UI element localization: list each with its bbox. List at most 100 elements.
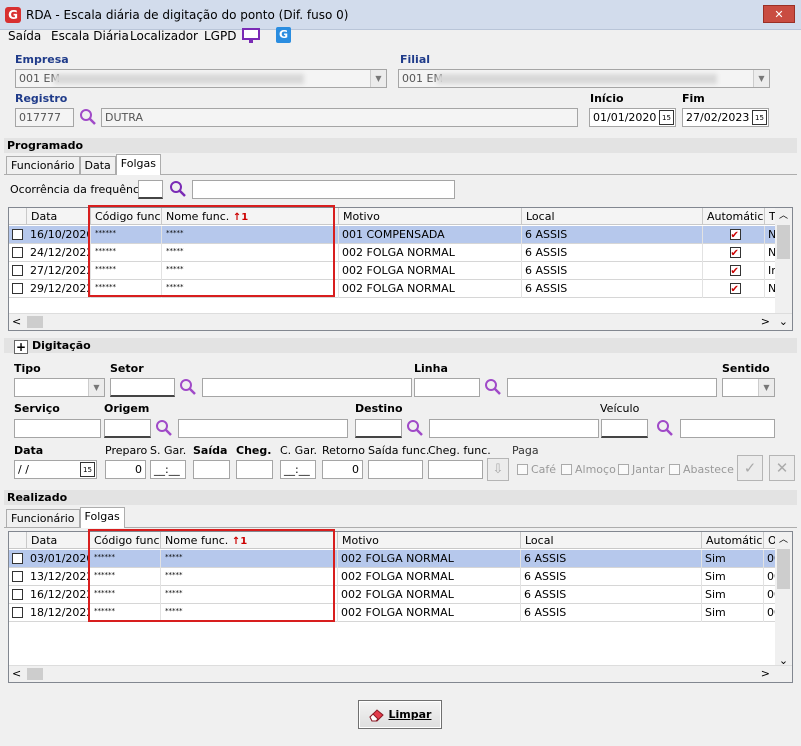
cheg-func-input[interactable] [428,460,483,479]
chevron-right-icon[interactable]: > [761,667,770,680]
tab-folgas[interactable]: Folgas [79,507,125,528]
automatica-checkbox[interactable] [729,227,741,244]
search-icon[interactable] [406,419,424,437]
saida-input[interactable] [193,460,230,479]
retorno-input[interactable]: 0 [322,460,363,479]
filial-combo[interactable]: 001 EM ▼ [398,69,770,88]
search-icon[interactable] [179,378,197,396]
row-checkbox[interactable] [12,229,23,240]
chevron-down-icon[interactable]: ▼ [88,379,104,396]
chevron-down-icon[interactable]: ▼ [758,379,774,396]
col-motivo[interactable]: Motivo [339,208,522,225]
col-motivo[interactable]: Motivo [338,532,521,549]
chevron-down-icon[interactable]: ▼ [753,70,769,87]
scroll-thumb[interactable] [777,549,790,589]
cancel-button[interactable]: ✕ [769,455,795,481]
veiculo-desc-input[interactable] [680,419,775,438]
almoco-checkbox[interactable]: Almoço [561,463,616,476]
scroll-thumb[interactable] [777,225,790,259]
data-input[interactable]: / / 15 [14,460,97,479]
search-icon[interactable] [155,419,173,437]
automatica-checkbox[interactable] [729,281,741,298]
cgar-input[interactable]: __:__ [280,460,316,479]
calendar-icon[interactable]: 15 [659,110,674,125]
destino-desc-input[interactable] [429,419,599,438]
app-g-icon[interactable]: G [276,27,291,43]
linha-input[interactable] [414,378,480,397]
tab-data[interactable]: Data [79,156,116,175]
saida-func-input[interactable] [368,460,423,479]
search-icon[interactable] [79,108,97,126]
veiculo-input[interactable] [601,419,648,438]
sgar-input[interactable]: __:__ [150,460,186,479]
abastece-checkbox[interactable]: Abastece [669,463,734,476]
chevron-right-icon[interactable]: > [761,315,770,328]
arrow-down-button[interactable]: ⇩ [487,458,509,481]
inicio-date[interactable]: 01/01/2020 15 [589,108,676,127]
automatica-checkbox[interactable] [729,263,741,280]
col-automatica[interactable]: Automática [703,208,765,225]
linha-desc-input[interactable] [507,378,717,397]
col-automatica[interactable]: Automática [702,532,764,549]
confirm-button[interactable]: ✓ [737,455,763,481]
preparo-input[interactable]: 0 [105,460,146,479]
monitor-icon[interactable] [242,28,260,44]
ocorrencia-code-input[interactable] [138,180,163,199]
nome-input[interactable]: DUTRA [101,108,578,127]
col-data[interactable]: Data [27,532,90,549]
menu-escala-diaria[interactable]: Escala Diária [51,29,129,43]
row-checkbox[interactable] [12,247,23,258]
close-button[interactable]: ✕ [763,5,795,23]
row-checkbox[interactable] [12,553,23,564]
row-checkbox[interactable] [12,589,23,600]
chevron-up-icon[interactable]: ︿ [775,208,792,225]
tipo-combo[interactable]: ▼ [14,378,105,397]
sentido-combo[interactable]: ▼ [722,378,775,397]
expand-button[interactable]: + [14,340,28,354]
automatica-checkbox[interactable] [729,245,741,262]
origem-input[interactable] [104,419,151,438]
empresa-combo[interactable]: 001 EM ▼ [15,69,387,88]
servico-input[interactable] [14,419,101,438]
menu-saida[interactable]: Saída [8,29,41,43]
calendar-icon[interactable]: 15 [752,110,767,125]
row-checkbox[interactable] [12,283,23,294]
origem-desc-input[interactable] [178,419,348,438]
chevron-left-icon[interactable]: < [12,315,21,328]
chevron-left-icon[interactable]: < [12,667,21,680]
horizontal-scrollbar[interactable]: < > [9,665,792,682]
setor-input[interactable] [110,378,175,397]
menu-lgpd[interactable]: LGPD [204,29,236,43]
search-icon[interactable] [484,378,502,396]
col-local[interactable]: Local [522,208,703,225]
scroll-thumb[interactable] [27,668,43,680]
chevron-down-icon[interactable]: ⌄ [779,315,788,328]
row-checkbox[interactable] [12,265,23,276]
tab-funcionario[interactable]: Funcionário [6,156,80,175]
vertical-scrollbar[interactable]: ︿ ⌄ [775,532,792,667]
horizontal-scrollbar[interactable]: < > ⌄ [9,313,792,330]
row-checkbox[interactable] [12,571,23,582]
search-icon[interactable] [169,180,187,198]
setor-desc-input[interactable] [202,378,412,397]
chevron-up-icon[interactable]: ︿ [775,532,792,549]
tab-funcionario[interactable]: Funcionário [6,509,80,528]
registro-input[interactable]: 017777 [15,108,74,127]
cheg-input[interactable] [236,460,273,479]
menu-localizador[interactable]: Localizador [130,29,198,43]
row-checkbox[interactable] [12,607,23,618]
ocorrencia-desc-input[interactable] [192,180,455,199]
fim-date[interactable]: 27/02/2023 15 [682,108,769,127]
jantar-checkbox[interactable]: Jantar [618,463,665,476]
col-local[interactable]: Local [521,532,702,549]
tab-folgas[interactable]: Folgas [115,154,161,175]
calendar-icon[interactable]: 15 [80,462,95,477]
vertical-scrollbar[interactable]: ︿ [775,208,792,315]
limpar-button[interactable]: Limpar [358,700,442,729]
chevron-down-icon[interactable]: ▼ [370,70,386,87]
search-icon[interactable] [656,419,674,437]
col-data[interactable]: Data [27,208,91,225]
cafe-checkbox[interactable]: Café [517,463,556,476]
scroll-thumb[interactable] [27,316,43,328]
destino-input[interactable] [355,419,402,438]
